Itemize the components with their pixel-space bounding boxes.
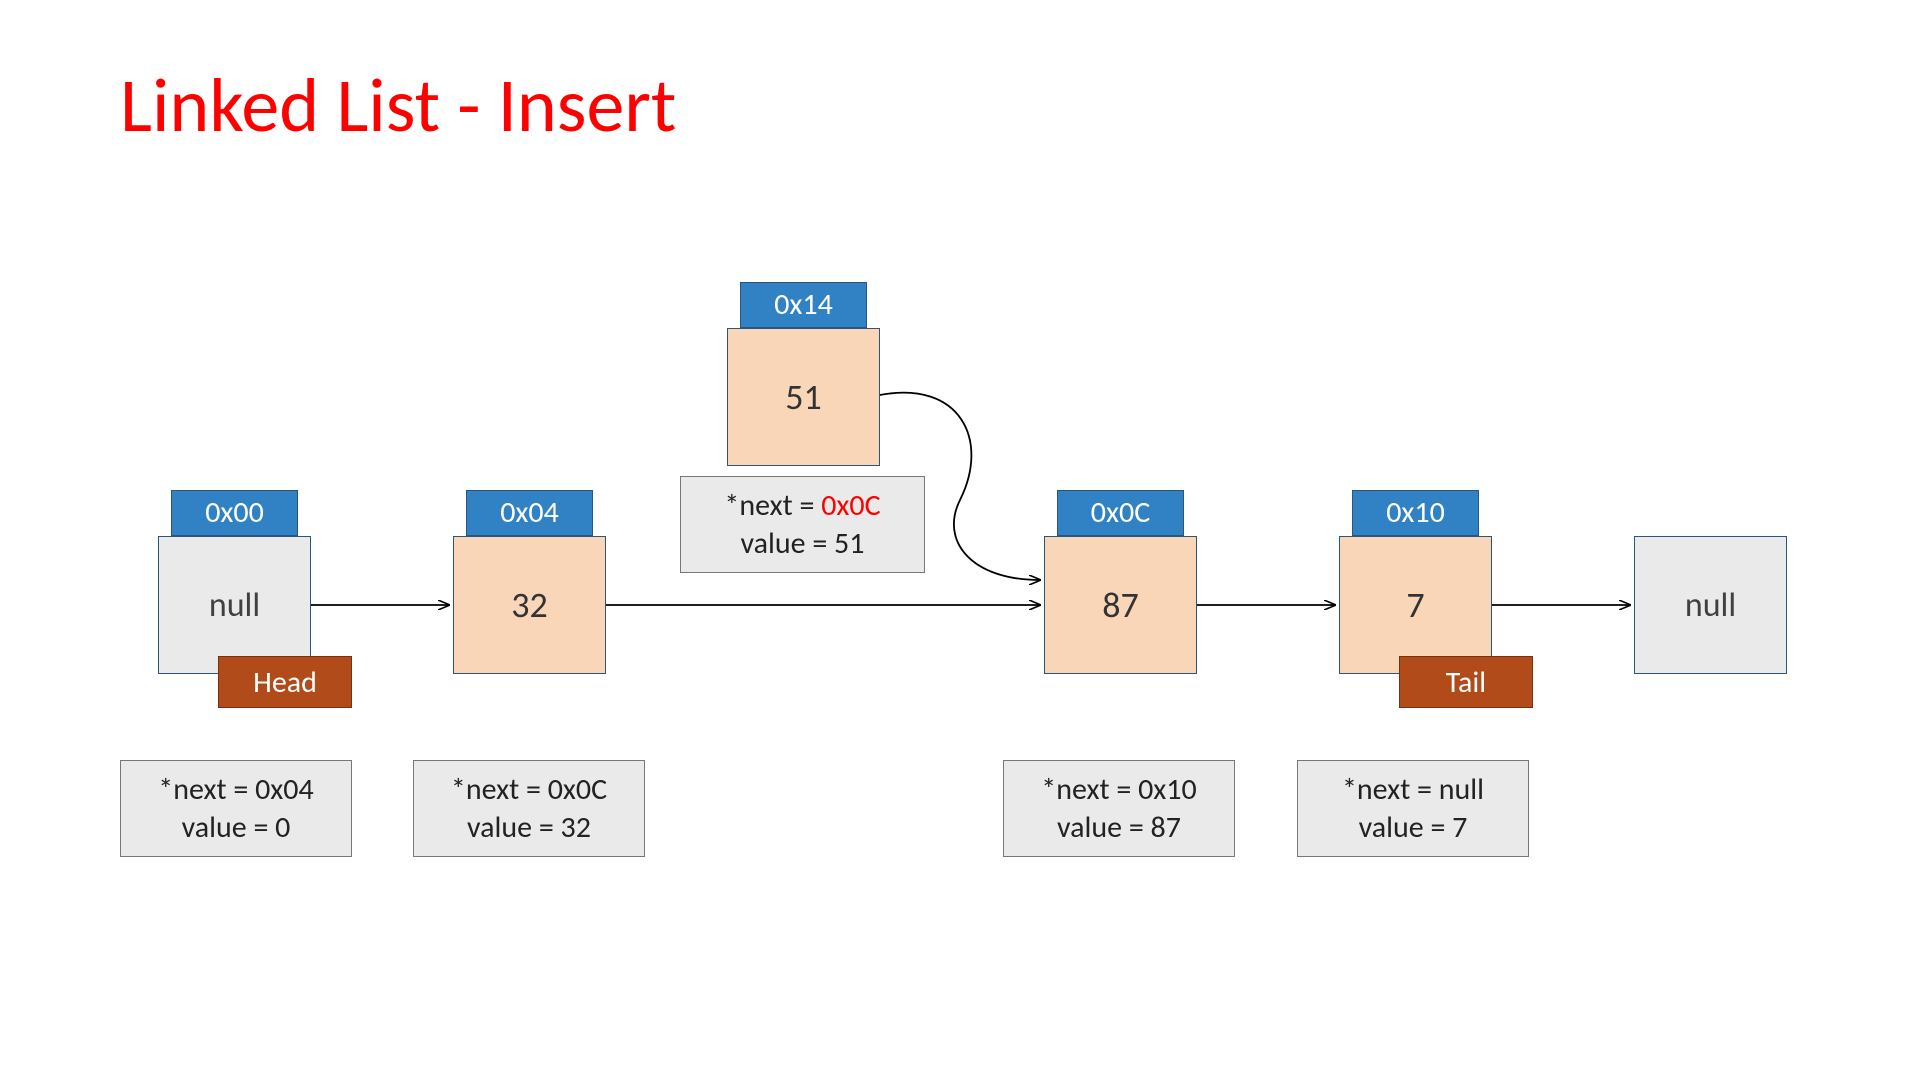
node0-address: 0x00 <box>171 490 298 536</box>
node3-info-next: *next = null <box>1306 771 1520 809</box>
node1-info: *next = 0x0C value = 32 <box>413 760 645 857</box>
node2-info: *next = 0x10 value = 87 <box>1003 760 1235 857</box>
insert-node-info-value: value = 51 <box>689 525 916 563</box>
node2-info-next: *next = 0x10 <box>1012 771 1226 809</box>
node0-info: *next = 0x04 value = 0 <box>120 760 352 857</box>
page-title: Linked List - Insert <box>120 60 676 152</box>
node2-body: 87 <box>1044 536 1197 674</box>
insert-node-body: 51 <box>727 328 880 466</box>
node1-info-value: value = 32 <box>422 809 636 847</box>
insert-node-address: 0x14 <box>740 282 867 328</box>
node2-address: 0x0C <box>1057 490 1184 536</box>
node3-address: 0x10 <box>1352 490 1479 536</box>
node3-info: *next = null value = 7 <box>1297 760 1529 857</box>
node1-info-next: *next = 0x0C <box>422 771 636 809</box>
tail-tag: Tail <box>1399 656 1533 708</box>
node0-info-value: value = 0 <box>129 809 343 847</box>
head-tag: Head <box>218 656 352 708</box>
insert-node-info-next: *next = 0x0C <box>689 487 916 525</box>
node0-body: null <box>158 536 311 674</box>
terminal-null: null <box>1634 536 1787 674</box>
node1-body: 32 <box>453 536 606 674</box>
node2-info-value: value = 87 <box>1012 809 1226 847</box>
node1-address: 0x04 <box>466 490 593 536</box>
node0-info-next: *next = 0x04 <box>129 771 343 809</box>
node3-body: 7 <box>1339 536 1492 674</box>
node3-info-value: value = 7 <box>1306 809 1520 847</box>
insert-node-info: *next = 0x0C value = 51 <box>680 476 925 573</box>
